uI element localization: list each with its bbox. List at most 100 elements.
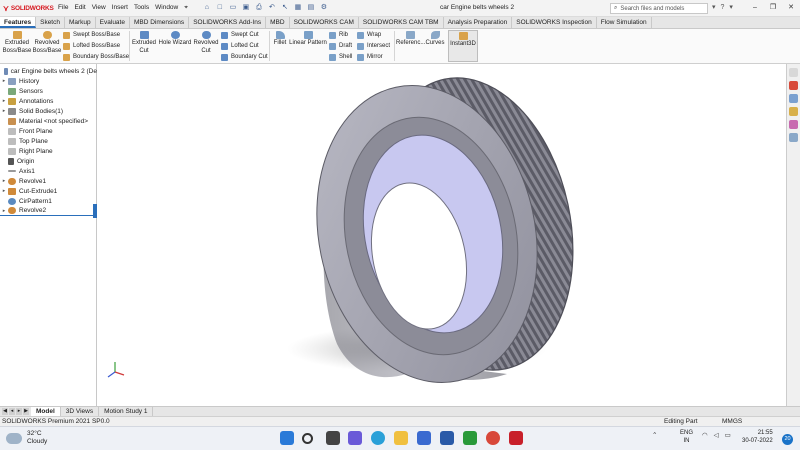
tab-solidworks-cam-tbm[interactable]: SOLIDWORKS CAM TBM xyxy=(359,17,444,28)
search-taskbar-icon[interactable] xyxy=(302,433,313,444)
tab-evaluate[interactable]: Evaluate xyxy=(96,17,130,28)
next-tab-icon[interactable]: ▸ xyxy=(16,408,22,415)
tree-item-history[interactable]: ▸ History xyxy=(0,76,97,86)
status-units[interactable]: MMGS xyxy=(722,418,742,425)
save-icon[interactable]: ▣ xyxy=(242,4,250,12)
tab-mbd[interactable]: MBD xyxy=(266,17,290,28)
start-icon[interactable] xyxy=(280,431,294,445)
tree-item-axis1[interactable]: Axis1 xyxy=(0,166,97,176)
mirror-button[interactable]: Mirror xyxy=(357,52,383,62)
design-library-icon[interactable] xyxy=(789,94,798,103)
tab-solidworks-cam[interactable]: SOLIDWORKS CAM xyxy=(290,17,359,28)
volume-icon[interactable]: ◁ xyxy=(714,431,719,439)
graphics-area[interactable] xyxy=(97,64,786,406)
last-tab-icon[interactable]: ▶ xyxy=(23,408,29,415)
linear-pattern-button[interactable]: Linear Pattern xyxy=(289,31,327,48)
edge-icon[interactable] xyxy=(371,431,385,445)
notification-badge[interactable]: 20 xyxy=(782,434,793,445)
weather-widget[interactable]: 32°C Cloudy xyxy=(6,430,47,446)
tree-item-front-plane[interactable]: Front Plane xyxy=(0,126,97,136)
open-icon[interactable]: ▭ xyxy=(229,4,237,12)
expand-arrow-icon[interactable]: ▸ xyxy=(0,208,8,214)
tab-model[interactable]: Model xyxy=(31,407,61,416)
expand-arrow-icon[interactable]: ▸ xyxy=(0,98,8,104)
tab-3d-views[interactable]: 3D Views xyxy=(61,407,100,416)
options-gear-icon[interactable]: ⚙ xyxy=(320,4,328,12)
wifi-icon[interactable]: ◠ xyxy=(702,431,708,439)
close-icon[interactable]: ✕ xyxy=(782,0,800,16)
extruded-boss-base-button[interactable]: Extruded Boss/Base xyxy=(2,31,32,55)
tree-item-solid-bodies[interactable]: ▸ Solid Bodies(1) xyxy=(0,106,97,116)
appearances-icon[interactable] xyxy=(789,120,798,129)
tree-item-origin[interactable]: Origin xyxy=(0,156,97,166)
reference-geometry-button[interactable]: Referenc... xyxy=(396,31,425,48)
intersect-button[interactable]: Intersect xyxy=(357,41,390,51)
instant3d-button[interactable]: Instant3D xyxy=(448,30,478,62)
home-icon[interactable]: ⌂ xyxy=(203,4,211,12)
fillet-button[interactable]: Fillet xyxy=(271,31,289,48)
tree-item-revolve2[interactable]: ▸ Revolve2 xyxy=(0,206,97,216)
boundary-cut-button[interactable]: Boundary Cut xyxy=(221,52,268,62)
menu-view[interactable]: View xyxy=(89,4,109,12)
menu-insert[interactable]: Insert xyxy=(109,4,131,12)
tab-features[interactable]: Features xyxy=(0,17,37,28)
battery-icon[interactable]: ▭ xyxy=(725,431,731,439)
store-icon[interactable] xyxy=(417,431,431,445)
expand-arrow-icon[interactable]: ▸ xyxy=(0,78,8,84)
tree-item-sensors[interactable]: Sensors xyxy=(0,86,97,96)
prev-tab-icon[interactable]: ◂ xyxy=(9,408,15,415)
tree-item-part[interactable]: car Engine belts wheels 2 (De xyxy=(0,66,97,76)
help-dropdown-icon[interactable]: ▾ xyxy=(729,3,733,11)
search-dropdown-icon[interactable]: ▾ xyxy=(712,3,716,11)
menu-tools[interactable]: Tools xyxy=(131,4,152,12)
shell-button[interactable]: Shell xyxy=(329,52,352,62)
xbox-icon[interactable] xyxy=(463,431,477,445)
menu-edit[interactable]: Edit xyxy=(71,4,88,12)
file-properties-icon[interactable]: ▤ xyxy=(307,4,315,12)
rib-button[interactable]: Rib xyxy=(329,30,348,40)
wrap-button[interactable]: Wrap xyxy=(357,30,381,40)
clock[interactable]: 21:55 30-07-2022 xyxy=(742,430,773,445)
lofted-boss-base-button[interactable]: Lofted Boss/Base xyxy=(63,41,120,51)
rebuild-icon[interactable]: ▦ xyxy=(294,4,302,12)
tree-item-annotations[interactable]: ▸ Annotations xyxy=(0,96,97,106)
pin-icon[interactable]: ⌖ xyxy=(181,4,191,12)
undo-icon[interactable]: ↶ xyxy=(268,4,276,12)
expand-arrow-icon[interactable]: ▸ xyxy=(0,108,8,114)
expand-arrow-icon[interactable]: ▸ xyxy=(0,178,8,184)
minimize-icon[interactable]: – xyxy=(746,0,764,16)
help-icon[interactable]: ? xyxy=(721,4,725,11)
mail-icon[interactable] xyxy=(440,431,454,445)
tab-mbd-dimensions[interactable]: MBD Dimensions xyxy=(130,17,190,28)
new-document-icon[interactable]: □ xyxy=(216,4,224,12)
tab-flow-simulation[interactable]: Flow Simulation xyxy=(597,17,652,28)
solidworks-taskbar-icon[interactable] xyxy=(509,431,523,445)
solidworks-logo[interactable]: ⋎ SOLIDWORKS xyxy=(3,4,55,13)
menu-file[interactable]: File xyxy=(55,4,71,12)
select-arrow-icon[interactable]: ↖ xyxy=(281,4,289,12)
revolved-boss-base-button[interactable]: Revolved Boss/Base xyxy=(32,31,62,55)
print-icon[interactable]: ⎙ xyxy=(255,4,263,12)
swept-cut-button[interactable]: Swept Cut xyxy=(221,30,259,40)
custom-properties-icon[interactable] xyxy=(789,133,798,142)
revolved-cut-button[interactable]: Revolved Cut xyxy=(192,31,220,55)
first-tab-icon[interactable]: ◀ xyxy=(2,408,8,415)
tab-markup[interactable]: Markup xyxy=(65,17,96,28)
tree-item-right-plane[interactable]: Right Plane xyxy=(0,146,97,156)
search-input[interactable]: ⌕ Search files and models xyxy=(610,3,708,14)
tree-item-material[interactable]: Material <not specified> xyxy=(0,116,97,126)
tree-item-top-plane[interactable]: Top Plane xyxy=(0,136,97,146)
curves-button[interactable]: Curves xyxy=(424,31,446,48)
tree-item-cut-extrude1[interactable]: ▸ Cut-Extrude1 xyxy=(0,186,97,196)
boundary-boss-base-button[interactable]: Boundary Boss/Base xyxy=(63,52,129,62)
tab-sketch[interactable]: Sketch xyxy=(36,17,65,28)
chrome-icon[interactable] xyxy=(486,431,500,445)
home-pane-icon[interactable] xyxy=(789,68,798,77)
tree-item-revolve1[interactable]: ▸ Revolve1 xyxy=(0,176,97,186)
file-explorer-taskbar-icon[interactable] xyxy=(394,431,408,445)
chat-icon[interactable] xyxy=(348,431,362,445)
expand-arrow-icon[interactable]: ▸ xyxy=(0,188,8,194)
tab-analysis-preparation[interactable]: Analysis Preparation xyxy=(444,17,513,28)
tray-overflow-icon[interactable]: ⌃ xyxy=(652,431,657,439)
hole-wizard-button[interactable]: Hole Wizard xyxy=(158,31,192,48)
